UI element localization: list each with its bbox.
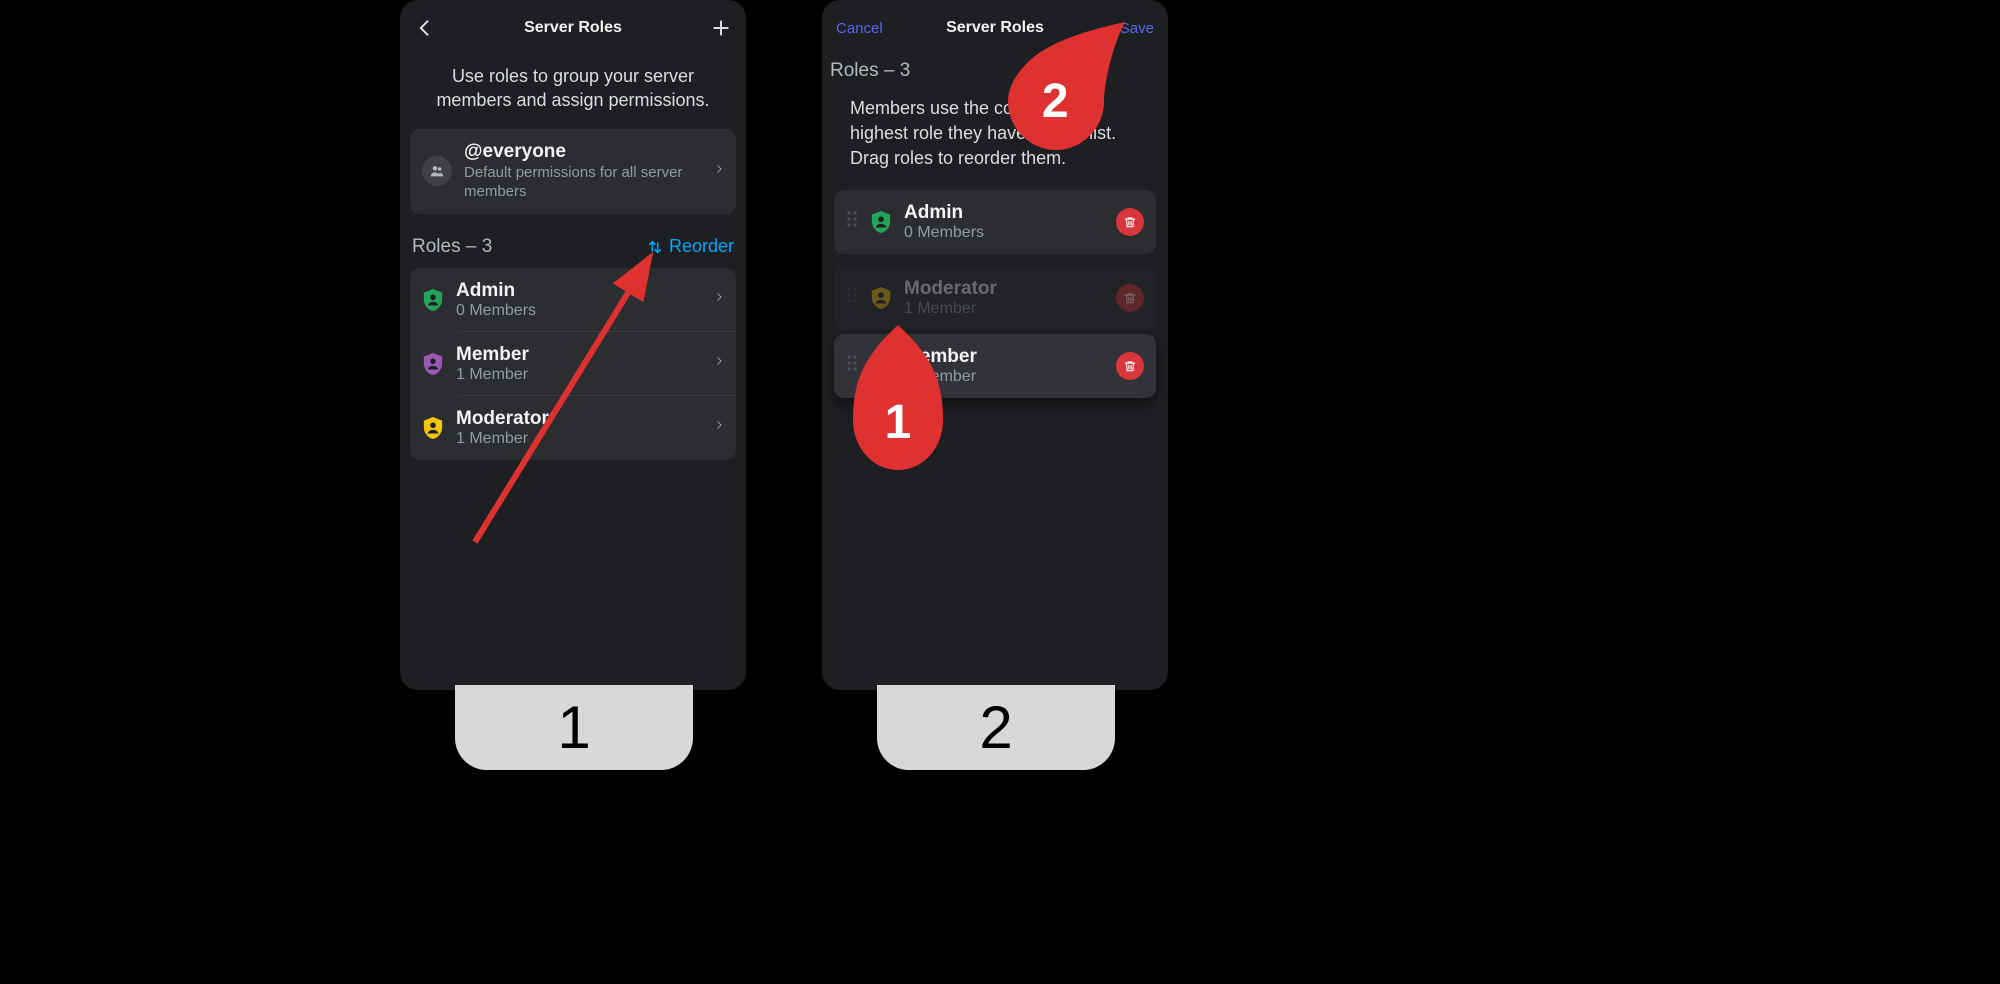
role-members: 1 Member [456,430,702,448]
role-item[interactable]: Admin 0 Members [410,268,736,332]
back-icon[interactable] [414,17,436,39]
everyone-name: @everyone [464,141,702,163]
reorder-role-row-dragging[interactable]: Member 1 Member [834,334,1156,398]
reorder-label: Reorder [669,236,734,257]
trash-icon [1123,359,1137,373]
role-members: 0 Members [904,224,1104,242]
header: Server Roles [400,0,746,52]
screenshot-2: Cancel Server Roles Save Roles – 3 Membe… [822,0,1168,690]
role-name: Moderator [904,278,1104,300]
reorder-role-row-ghost: Moderator 1 Member [834,266,1156,330]
header: Cancel Server Roles Save [822,0,1168,52]
people-icon [422,156,452,186]
trash-icon [1123,291,1137,305]
step-label-1: 1 [455,685,693,770]
role-name: Member [904,346,1104,368]
shield-icon [870,286,892,310]
role-name: Member [456,344,702,366]
cancel-button[interactable]: Cancel [836,20,883,37]
roles-count-label: Roles – 3 [826,52,1156,88]
roles-count-label: Roles – 3 [412,236,492,258]
add-icon[interactable] [710,17,732,39]
shield-icon [422,352,444,376]
screenshot-1: Server Roles Use roles to group your ser… [400,0,746,690]
delete-role-button[interactable] [1116,352,1144,380]
reorder-description: Members use the colour of the highest ro… [834,88,1156,190]
role-item[interactable]: Member 1 Member [410,332,736,396]
trash-icon [1123,215,1137,229]
description-text: Use roles to group your server members a… [410,52,736,129]
everyone-role-card[interactable]: @everyone Default permissions for all se… [410,129,736,214]
role-item[interactable]: Moderator 1 Member [410,396,736,460]
page-title: Server Roles [946,19,1044,37]
role-list: Admin 0 Members Member 1 Member Moderato… [410,268,736,460]
drag-handle-icon[interactable] [846,210,858,233]
shield-icon [422,288,444,312]
reorder-button[interactable]: Reorder [647,236,734,257]
chevron-right-icon [714,353,724,374]
chevron-right-icon [714,289,724,310]
page-title: Server Roles [524,19,622,37]
role-name: Admin [904,202,1104,224]
reorder-role-row[interactable]: Admin 0 Members [834,190,1156,254]
role-name: Moderator [456,408,702,430]
drag-handle-icon[interactable] [846,354,858,377]
delete-role-button [1116,284,1144,312]
role-members: 1 Member [456,366,702,384]
role-members: 0 Members [456,302,702,320]
role-members: 1 Member [904,368,1104,386]
role-members: 1 Member [904,300,1104,318]
save-button[interactable]: Save [1120,20,1154,37]
chevron-right-icon [714,417,724,438]
shield-icon [870,210,892,234]
shield-icon [422,416,444,440]
step-label-2: 2 [877,685,1115,770]
role-name: Admin [456,280,702,302]
shield-icon [870,354,892,378]
drag-handle-icon [846,286,858,309]
chevron-right-icon [714,161,724,182]
sort-icon [647,239,663,255]
delete-role-button[interactable] [1116,208,1144,236]
everyone-sub: Default permissions for all server membe… [464,163,702,202]
